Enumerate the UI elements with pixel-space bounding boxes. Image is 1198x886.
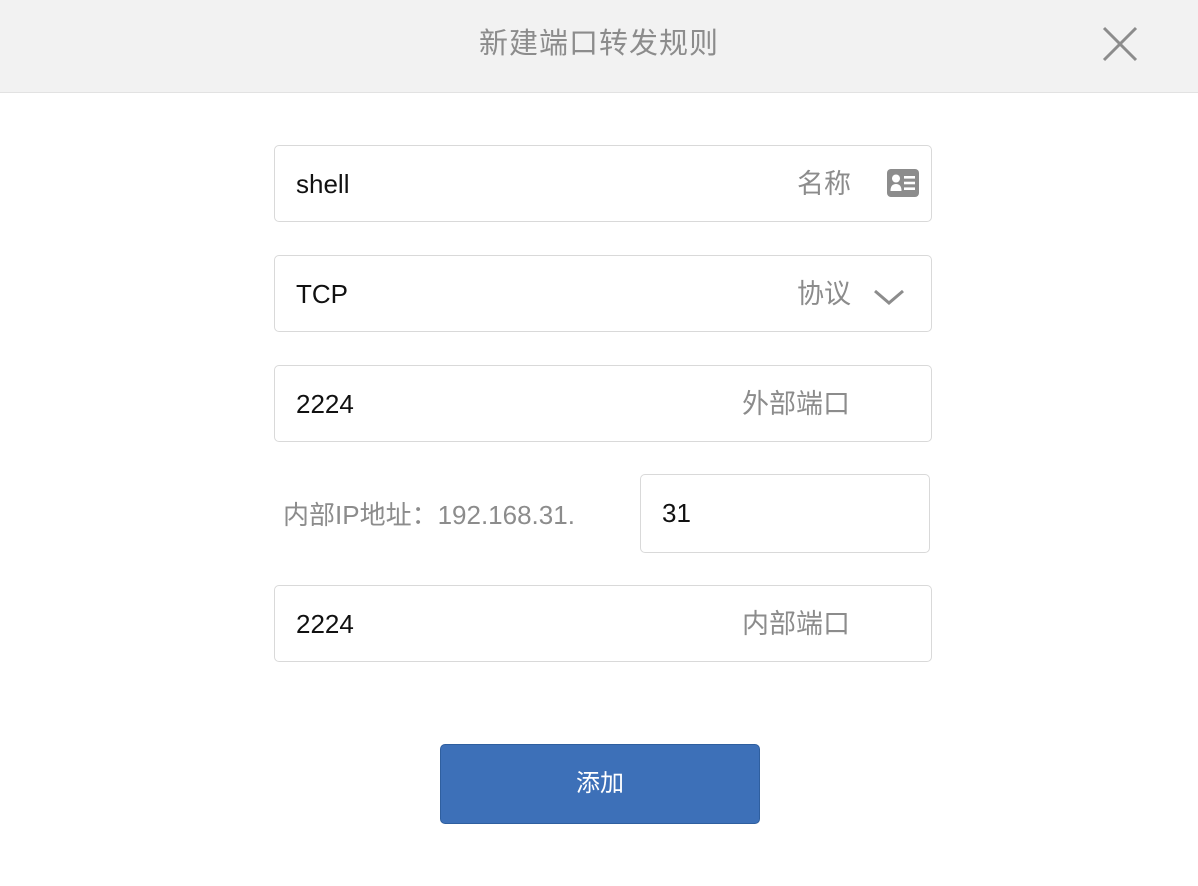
internal-ip-suffix-field[interactable]: 31 xyxy=(640,474,930,553)
external-port-value[interactable]: 2224 xyxy=(296,366,354,443)
name-label: 名称 xyxy=(797,169,851,199)
id-card-icon xyxy=(887,169,919,202)
protocol-select[interactable]: TCP 协议 xyxy=(274,255,932,332)
name-value[interactable]: shell xyxy=(296,146,349,223)
close-icon xyxy=(1102,26,1138,62)
protocol-label: 协议 xyxy=(797,279,851,309)
dialog-title: 新建端口转发规则 xyxy=(478,28,719,60)
port-forward-dialog: 新建端口转发规则 shell 名称 TCP 协议 2224 外部端口 内部IP地… xyxy=(0,0,1198,886)
chevron-down-icon[interactable] xyxy=(873,288,905,311)
internal-port-label: 内部端口 xyxy=(742,609,850,639)
internal-port-value[interactable]: 2224 xyxy=(296,586,354,663)
internal-ip-suffix-value[interactable]: 31 xyxy=(662,475,691,551)
add-button[interactable]: 添加 xyxy=(440,744,760,824)
dialog-header: 新建端口转发规则 xyxy=(0,0,1198,93)
close-button[interactable] xyxy=(1100,24,1140,64)
protocol-value: TCP xyxy=(296,279,348,309)
internal-ip-label: 内部IP地址：192.168.31. xyxy=(283,500,575,530)
internal-port-field[interactable]: 2224 内部端口 xyxy=(274,585,932,662)
external-port-label: 外部端口 xyxy=(742,389,850,419)
name-field[interactable]: shell 名称 xyxy=(274,145,932,222)
external-port-field[interactable]: 2224 外部端口 xyxy=(274,365,932,442)
